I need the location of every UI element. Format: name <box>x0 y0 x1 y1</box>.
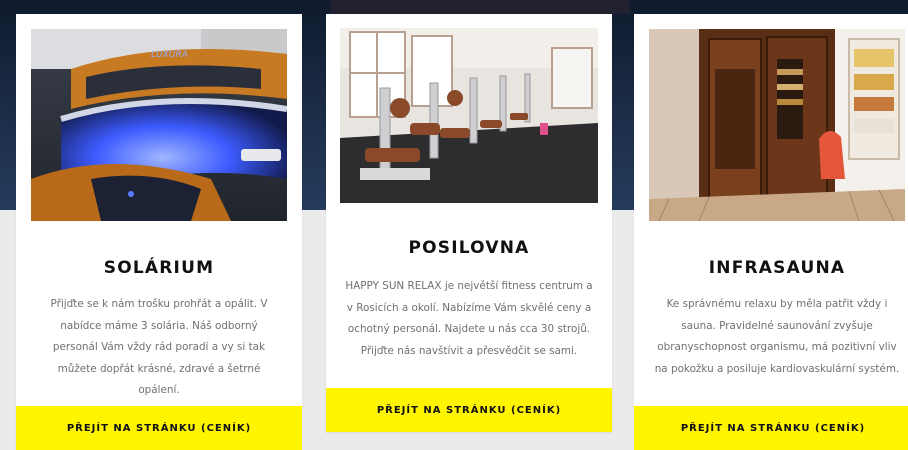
posilovna-pricing-button[interactable]: PŘEJÍT NA STRÁNKU (CENÍK) <box>326 388 612 432</box>
card-posilovna: POSILOVNA HAPPY SUN RELAX je největší fi… <box>326 14 612 432</box>
sauna-photo <box>649 29 905 221</box>
posilovna-description: HAPPY SUN RELAX je největší fitness cent… <box>345 280 593 357</box>
solarium-description: Přijďte se k nám trošku prohřát a opálit… <box>50 298 268 396</box>
solarium-photo: LUXURA <box>31 29 287 221</box>
card-infrasauna: INFRASAUNA Ke správnému relaxu by měla p… <box>634 14 908 450</box>
luxura-logo: LUXURA <box>151 50 188 60</box>
posilovna-title: POSILOVNA <box>408 238 530 258</box>
infrasauna-pricing-button[interactable]: PŘEJÍT NA STRÁNKU (CENÍK) <box>634 406 908 450</box>
card-solarium: LUXURA SOLÁRIUM Přijďte se k nám trošku … <box>16 14 302 450</box>
infrasauna-description: Ke správnému relaxu by měla patřit vždy … <box>654 298 900 375</box>
infrasauna-title: INFRASAUNA <box>708 258 846 278</box>
solarium-title: SOLÁRIUM <box>103 258 215 278</box>
solarium-pricing-button[interactable]: PŘEJÍT NA STRÁNKU (CENÍK) <box>16 406 302 450</box>
gym-photo <box>340 28 598 203</box>
